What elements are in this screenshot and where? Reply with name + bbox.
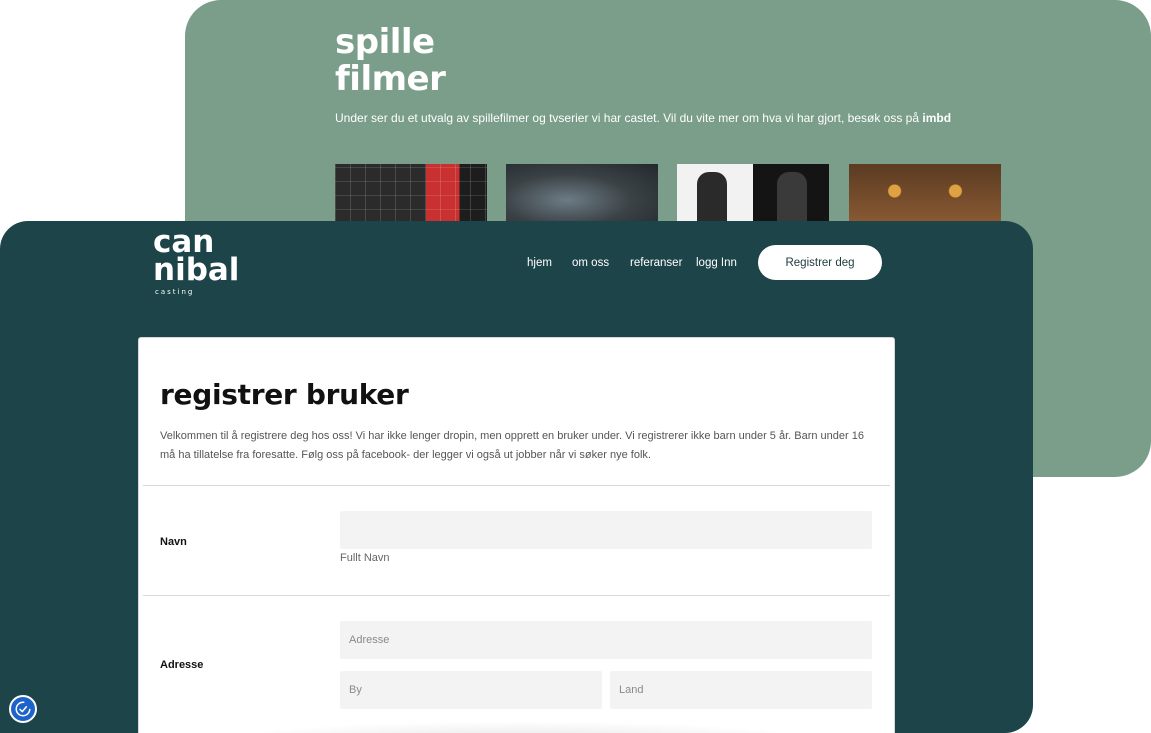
register-card: can nibal casting hjem om oss referanser… bbox=[0, 221, 1033, 733]
nav-logg-inn[interactable]: logg Inn bbox=[696, 257, 737, 269]
city-input[interactable]: By bbox=[340, 671, 602, 709]
register-button[interactable]: Registrer deg bbox=[758, 245, 882, 280]
films-intro-text: Under ser du et utvalg av spillefilmer o… bbox=[335, 111, 920, 125]
full-name-input[interactable] bbox=[340, 511, 872, 549]
films-title-line1: spille bbox=[335, 22, 435, 62]
full-name-hint: Fullt Navn bbox=[340, 552, 390, 564]
panel-shadow bbox=[210, 721, 830, 733]
form-intro: Velkommen til å registrere deg hos oss! … bbox=[160, 430, 864, 461]
film-poster-4[interactable] bbox=[849, 164, 1001, 224]
accessibility-icon bbox=[15, 701, 31, 717]
films-intro: Under ser du et utvalg av spillefilmer o… bbox=[335, 111, 1095, 125]
country-input[interactable]: Land bbox=[610, 671, 872, 709]
film-poster-3[interactable] bbox=[677, 164, 829, 224]
films-title-line2: filmer bbox=[335, 59, 446, 99]
divider bbox=[143, 595, 890, 596]
address-input[interactable]: Adresse bbox=[340, 621, 872, 659]
films-title: spille filmer bbox=[335, 22, 446, 99]
name-label: Navn bbox=[160, 536, 187, 548]
divider bbox=[143, 485, 890, 486]
form-title: registrer bruker bbox=[160, 378, 409, 411]
nav-referanser[interactable]: referanser bbox=[630, 257, 682, 269]
logo-tagline: casting bbox=[155, 288, 195, 296]
nav-om-oss[interactable]: om oss bbox=[572, 257, 609, 269]
address-label: Adresse bbox=[160, 659, 204, 671]
nav-hjem[interactable]: hjem bbox=[527, 257, 552, 269]
film-poster-1[interactable] bbox=[335, 164, 487, 224]
registration-form: registrer bruker Velkommen til å registr… bbox=[138, 337, 895, 733]
accessibility-button[interactable] bbox=[9, 695, 37, 723]
imbd-link[interactable]: imbd bbox=[922, 111, 951, 125]
cannibal-logo[interactable]: can nibal casting bbox=[153, 227, 240, 297]
logo-line2: nibal bbox=[153, 252, 240, 288]
film-poster-2[interactable] bbox=[506, 164, 658, 224]
